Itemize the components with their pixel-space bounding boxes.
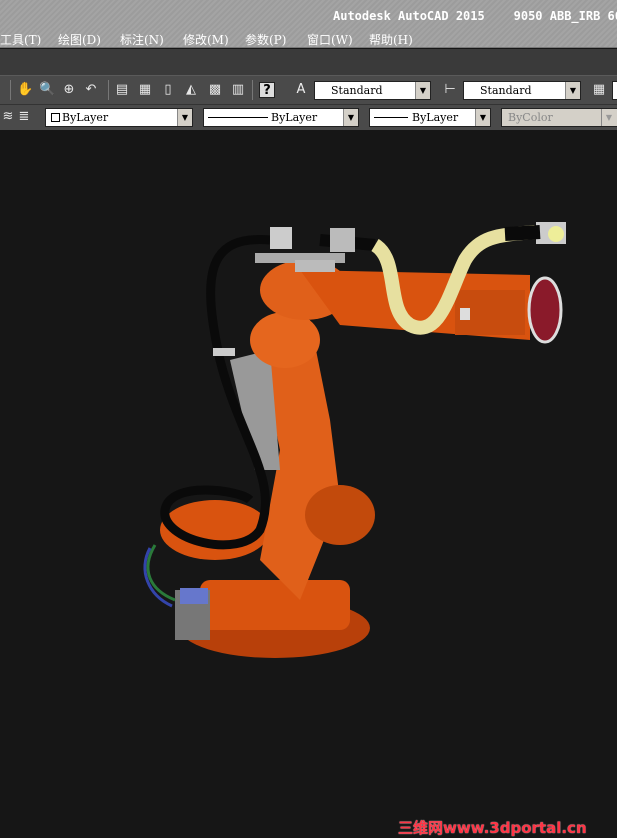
zoom-window-icon[interactable]: ⊕ (61, 82, 77, 98)
color-swatch (51, 113, 60, 122)
plotstyle-select[interactable]: ByColor ▼ (501, 108, 617, 127)
separator (108, 80, 109, 100)
help-icon[interactable]: ? (259, 82, 275, 98)
calculator-icon[interactable]: ▥ (230, 82, 246, 98)
tool-palettes-icon[interactable]: ▯ (160, 82, 176, 98)
standard-toolbar: ✋ 🔍 ⊕ ↶ ▤ ▦ ▯ ◭ ▩ ▥ ? A Standard ▼ ⊢ Stan… (0, 75, 617, 104)
menu-parametric[interactable]: 参数(P) (245, 31, 286, 48)
title-bar: Autodesk AutoCAD 2015 9050 ABB_IRB 664 (0, 0, 617, 28)
text-style-select[interactable]: Standard ▼ (314, 81, 431, 100)
menu-dimension[interactable]: 标注(N) (120, 31, 164, 48)
dim-style-select[interactable]: Standard ▼ (463, 81, 581, 100)
separator (10, 80, 11, 100)
robot-lower-arm (160, 312, 375, 600)
sheet-set-icon[interactable]: ◭ (183, 82, 199, 98)
properties-toolbar: ≋ ≣ ByLayer ▼ ByLayer ▼ ByLayer ▼ ByColor ▼ (0, 104, 617, 130)
layer-states-icon[interactable]: ≣ (16, 109, 32, 125)
chevron-down-icon[interactable]: ▼ (343, 109, 358, 126)
pan-icon[interactable]: ✋ (17, 82, 33, 98)
menu-draw[interactable]: 绘图(D) (58, 31, 101, 48)
design-center-icon[interactable]: ▦ (137, 82, 153, 98)
markup-icon[interactable]: ▩ (207, 82, 223, 98)
text-style-icon[interactable]: A (293, 82, 309, 98)
chevron-down-icon[interactable]: ▼ (415, 82, 430, 99)
chevron-down-icon[interactable]: ▼ (565, 82, 580, 99)
linetype-select[interactable]: ByLayer ▼ (203, 108, 359, 127)
ribbon-area (0, 49, 617, 75)
robot-model (143, 222, 566, 658)
menu-bar: 工具(T) 绘图(D) 标注(N) 修改(M) 参数(P) 窗口(W) 帮助(H… (0, 28, 617, 48)
table-style-select[interactable] (612, 81, 617, 100)
properties-icon[interactable]: ▤ (114, 82, 130, 98)
menu-tools[interactable]: 工具(T) (0, 31, 41, 48)
separator (252, 80, 253, 100)
table-style-icon[interactable]: ▦ (591, 82, 607, 98)
dim-style-icon[interactable]: ⊢ (442, 82, 458, 98)
menu-help[interactable]: 帮助(H) (369, 31, 413, 48)
menu-modify[interactable]: 修改(M) (183, 31, 229, 48)
watermark: 三维网www.3dportal.cn (398, 819, 587, 837)
chevron-down-icon[interactable]: ▼ (475, 109, 490, 126)
chevron-down-icon[interactable]: ▼ (177, 109, 192, 126)
robot-wrist (527, 222, 566, 344)
menu-window[interactable]: 窗口(W) (307, 31, 353, 48)
linetype-preview (208, 117, 268, 118)
zoom-previous-icon[interactable]: ↶ (83, 82, 99, 98)
zoom-realtime-icon[interactable]: 🔍 (39, 82, 55, 98)
drawing-canvas[interactable]: 三维网www.3dportal.cn (0, 130, 617, 837)
lineweight-select[interactable]: ByLayer ▼ (369, 108, 491, 127)
window-title: Autodesk AutoCAD 2015 9050 ABB_IRB 664 (333, 9, 617, 23)
robot-base (175, 580, 370, 658)
layer-previous-icon[interactable]: ≋ (0, 109, 16, 125)
chevron-down-icon[interactable]: ▼ (601, 109, 616, 126)
color-select[interactable]: ByLayer ▼ (45, 108, 193, 127)
lineweight-preview (374, 117, 408, 118)
